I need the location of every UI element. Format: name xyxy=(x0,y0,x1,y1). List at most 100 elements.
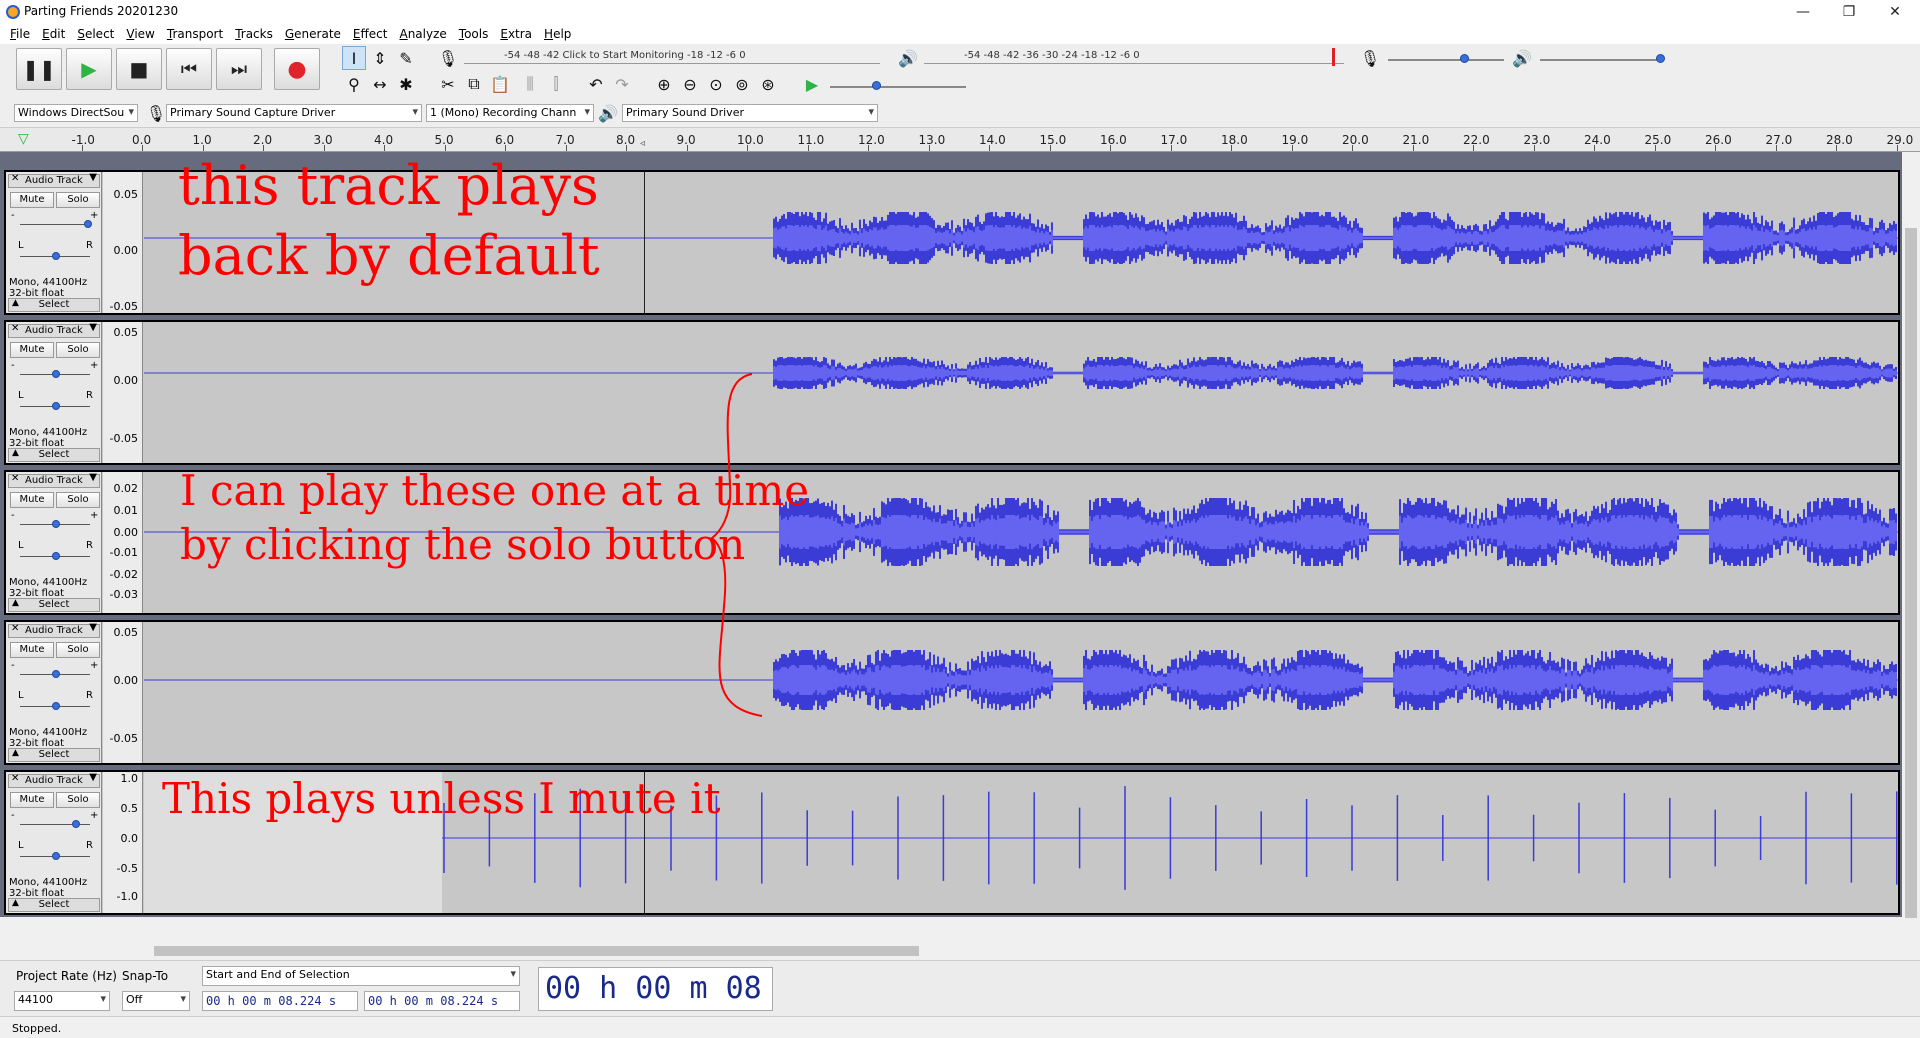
selection-start-time[interactable]: 00 h 00 m 08.224 s xyxy=(202,991,358,1011)
track-close-icon[interactable]: ✕ xyxy=(11,323,19,334)
mute-button[interactable]: Mute xyxy=(10,342,54,358)
track-menu-chevron-icon[interactable]: ▼ xyxy=(89,172,97,183)
fit-project-icon[interactable]: ⊚ xyxy=(730,72,754,96)
collapse-track-icon[interactable]: ▲ xyxy=(12,748,19,758)
copy-icon[interactable]: ⧉ xyxy=(462,72,486,96)
solo-button[interactable]: Solo xyxy=(56,792,100,808)
track-close-icon[interactable]: ✕ xyxy=(11,473,19,484)
track-menu-chevron-icon[interactable]: ▼ xyxy=(89,622,97,633)
track-name-button[interactable]: Audio Track xyxy=(8,774,100,788)
menu-tools[interactable]: Tools xyxy=(453,27,495,41)
menu-tracks[interactable]: Tracks xyxy=(229,27,279,41)
timeline-ruler[interactable]: ▽ -1.0 0.0 1.0 2.0 3.0 4.0 5.0 6.0 7.0 8.0 9.0 10.0… xyxy=(0,128,1920,152)
playback-volume-thumb[interactable] xyxy=(1656,54,1665,63)
mute-button[interactable]: Mute xyxy=(10,492,54,508)
mute-button[interactable]: Mute xyxy=(10,792,54,808)
audio-track-4[interactable]: Audio Track ✕ ▼ Mute Solo - + L R Mono, … xyxy=(4,620,1900,765)
collapse-track-icon[interactable]: ▲ xyxy=(12,298,19,308)
track-close-icon[interactable]: ✕ xyxy=(11,773,19,784)
zoom-tool-icon[interactable]: ⚲ xyxy=(342,72,366,96)
track-vertical-ruler[interactable]: 0.02 0.01 0.00 -0.01 -0.02 -0.03 xyxy=(103,472,143,613)
play-button[interactable]: ▶ xyxy=(66,48,112,90)
track-name-button[interactable]: Audio Track xyxy=(8,174,100,188)
track-waveform[interactable] xyxy=(144,322,1898,463)
track-select-button[interactable]: Select xyxy=(8,298,100,312)
recording-volume-slider[interactable] xyxy=(1388,59,1504,61)
recording-channels-select[interactable]: 1 (Mono) Recording Chann xyxy=(426,104,594,122)
undo-icon[interactable]: ↶ xyxy=(584,72,608,96)
track-name-button[interactable]: Audio Track xyxy=(8,324,100,338)
track-name-button[interactable]: Audio Track xyxy=(8,474,100,488)
menu-effect[interactable]: Effect xyxy=(347,27,394,41)
timeline-play-head-icon[interactable]: ▽ xyxy=(18,131,29,147)
vertical-scroll-thumb[interactable] xyxy=(1905,228,1917,918)
mute-button[interactable]: Mute xyxy=(10,192,54,208)
collapse-track-icon[interactable]: ▲ xyxy=(12,598,19,608)
pause-button[interactable]: ❚❚ xyxy=(16,48,62,90)
track-menu-chevron-icon[interactable]: ▼ xyxy=(89,322,97,333)
gain-slider-thumb[interactable] xyxy=(52,370,60,378)
minimize-button[interactable]: — xyxy=(1780,0,1826,24)
menu-select[interactable]: Select xyxy=(71,27,120,41)
menu-help[interactable]: Help xyxy=(538,27,577,41)
solo-button[interactable]: Solo xyxy=(56,192,100,208)
record-meter[interactable]: -54 -48 -42 Click to Start Monitoring -1… xyxy=(464,48,880,64)
paste-icon[interactable]: 📋 xyxy=(488,72,512,96)
gain-slider-thumb[interactable] xyxy=(52,670,60,678)
track-select-button[interactable]: Select xyxy=(8,898,100,912)
vertical-scrollbar[interactable] xyxy=(1902,152,1920,932)
track-vertical-ruler[interactable]: 0.05 0.00 -0.05 xyxy=(103,622,143,763)
gain-slider-thumb[interactable] xyxy=(72,820,80,828)
skip-to-start-button[interactable]: ⏮ xyxy=(166,48,212,90)
gain-slider-thumb[interactable] xyxy=(52,520,60,528)
horizontal-scrollbar[interactable] xyxy=(138,943,1902,959)
playback-volume-slider[interactable] xyxy=(1540,59,1664,61)
playhead-marker-icon[interactable]: ◃ xyxy=(640,138,645,149)
menu-file[interactable]: File xyxy=(4,27,36,41)
track-select-button[interactable]: Select xyxy=(8,748,100,762)
maximize-button[interactable]: ❐ xyxy=(1826,0,1872,24)
envelope-tool-icon[interactable]: ⇕ xyxy=(368,46,392,70)
play-speed-thumb[interactable] xyxy=(872,81,881,90)
play-at-speed-icon[interactable]: ▶ xyxy=(800,72,824,96)
play-speed-slider[interactable] xyxy=(830,86,966,88)
pan-slider-thumb[interactable] xyxy=(52,552,60,560)
collapse-track-icon[interactable]: ▲ xyxy=(12,448,19,458)
playback-device-select[interactable]: Primary Sound Driver xyxy=(622,104,878,122)
track-vertical-ruler[interactable]: 0.05 0.00 -0.05 xyxy=(103,322,143,463)
track-select-button[interactable]: Select xyxy=(8,448,100,462)
redo-icon[interactable]: ↷ xyxy=(610,72,634,96)
trim-icon[interactable]: ⫼ xyxy=(518,72,542,96)
solo-button[interactable]: Solo xyxy=(56,642,100,658)
pan-slider-thumb[interactable] xyxy=(52,402,60,410)
microphone-icon[interactable]: 🎙 xyxy=(436,46,460,70)
zoom-toggle-icon[interactable]: ⊛ xyxy=(756,72,780,96)
track-select-button[interactable]: Select xyxy=(8,598,100,612)
track-close-icon[interactable]: ✕ xyxy=(11,623,19,634)
track-menu-chevron-icon[interactable]: ▼ xyxy=(89,772,97,783)
track-waveform[interactable] xyxy=(144,622,1898,763)
solo-button[interactable]: Solo xyxy=(56,492,100,508)
audio-position-time[interactable]: 00 h 00 m 08 s xyxy=(538,967,773,1038)
skip-to-end-button[interactable]: ⏭ xyxy=(216,48,262,90)
zoom-out-icon[interactable]: ⊖ xyxy=(678,72,702,96)
gain-slider[interactable] xyxy=(20,224,90,225)
timeshift-tool-icon[interactable]: ↔ xyxy=(368,72,392,96)
track-close-icon[interactable]: ✕ xyxy=(11,173,19,184)
pan-slider-thumb[interactable] xyxy=(52,252,60,260)
selection-end-time[interactable]: 00 h 00 m 08.224 s xyxy=(364,991,520,1011)
pan-slider-thumb[interactable] xyxy=(52,852,60,860)
solo-button[interactable]: Solo xyxy=(56,342,100,358)
multi-tool-icon[interactable]: ✱ xyxy=(394,72,418,96)
menu-edit[interactable]: Edit xyxy=(36,27,71,41)
project-rate-select[interactable]: 44100 xyxy=(14,991,110,1011)
selection-mode-select[interactable]: Start and End of Selection xyxy=(202,966,520,986)
audio-host-select[interactable]: Windows DirectSou xyxy=(14,104,138,122)
recording-device-select[interactable]: Primary Sound Capture Driver xyxy=(166,104,422,122)
track-name-button[interactable]: Audio Track xyxy=(8,624,100,638)
track-vertical-ruler[interactable]: 1.0 0.5 0.0 -0.5 -1.0 xyxy=(103,772,143,913)
draw-tool-icon[interactable]: ✎ xyxy=(394,46,418,70)
menu-transport[interactable]: Transport xyxy=(161,27,229,41)
mute-button[interactable]: Mute xyxy=(10,642,54,658)
pan-slider-thumb[interactable] xyxy=(52,702,60,710)
